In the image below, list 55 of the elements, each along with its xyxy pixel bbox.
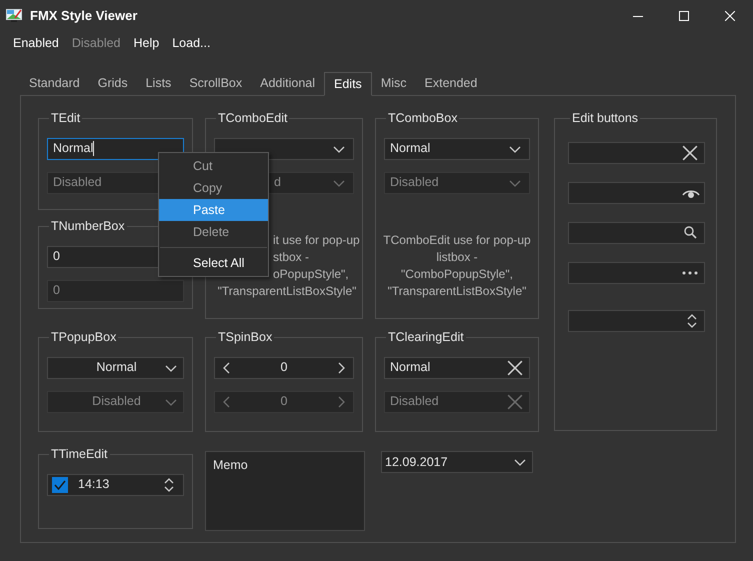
note-text: "TransparentListBoxStyle" bbox=[388, 282, 526, 300]
group-title: TNumberBox bbox=[50, 218, 126, 235]
tab[interactable]: ScrollBox bbox=[180, 71, 252, 95]
ellipsis-field[interactable] bbox=[568, 262, 705, 284]
text-cursor bbox=[93, 141, 94, 156]
search-icon[interactable] bbox=[684, 226, 697, 240]
checkbox[interactable] bbox=[52, 476, 68, 493]
note-text: listbox - bbox=[436, 248, 478, 266]
note-text: TComboEdit use for pop-up bbox=[383, 232, 531, 249]
combo-box[interactable]: Normal bbox=[384, 138, 530, 160]
search-field[interactable] bbox=[568, 222, 705, 244]
tab[interactable]: Misc bbox=[372, 71, 416, 95]
menu-item[interactable]: Help bbox=[134, 34, 160, 52]
memo-field[interactable]: Memo bbox=[205, 451, 365, 531]
close-icon[interactable] bbox=[507, 360, 523, 376]
group-title: TEdit bbox=[50, 110, 82, 127]
check-icon bbox=[54, 480, 66, 490]
date-field[interactable]: 12.09.2017 bbox=[381, 451, 533, 473]
group-title: TPopupBox bbox=[50, 329, 118, 346]
tab[interactable]: Standard bbox=[20, 71, 89, 95]
menu-item[interactable]: Load... bbox=[172, 34, 210, 52]
group-title: TTimeEdit bbox=[50, 446, 108, 463]
note-text: it use for pop-up bbox=[273, 232, 360, 247]
close-icon bbox=[725, 11, 735, 21]
close-icon[interactable] bbox=[682, 144, 698, 161]
group-title: TSpinBox bbox=[217, 329, 274, 346]
note-text: oPopupStyle", bbox=[273, 266, 349, 281]
window-title: FMX Style Viewer bbox=[30, 7, 138, 26]
menu-item[interactable]: Enabled bbox=[13, 34, 59, 52]
note-text: stbox - bbox=[273, 250, 310, 264]
spin-box[interactable]: 0 bbox=[214, 356, 354, 379]
group-title: TComboBox bbox=[387, 110, 458, 127]
tab[interactable]: Lists bbox=[136, 71, 180, 95]
text-field[interactable]: Normal bbox=[47, 138, 184, 160]
note-text: "ComboPopupStyle", bbox=[401, 266, 513, 283]
clearing-field[interactable]: Normal bbox=[384, 356, 530, 379]
group-title: TClearingEdit bbox=[387, 329, 465, 346]
app-icon bbox=[6, 9, 22, 23]
tab[interactable]: Grids bbox=[88, 71, 137, 95]
tab[interactable]: Additional bbox=[251, 71, 324, 95]
group-title: TComboEdit bbox=[217, 110, 288, 127]
maximize-icon bbox=[679, 11, 689, 21]
tab[interactable]: Edits bbox=[324, 72, 372, 96]
time-field[interactable]: 14:13 bbox=[47, 474, 184, 496]
tab[interactable]: Extended bbox=[416, 71, 486, 95]
menu-item[interactable]: Paste bbox=[159, 199, 268, 221]
up-down-icon[interactable] bbox=[163, 476, 175, 493]
popup-box[interactable]: Normal bbox=[47, 356, 184, 379]
spin-field[interactable] bbox=[568, 310, 705, 332]
up-down-icon[interactable] bbox=[686, 312, 698, 329]
clearing-field[interactable] bbox=[568, 142, 705, 164]
group-title: Edit buttons bbox=[571, 110, 640, 127]
note-text: "TransparentListBoxStyle" bbox=[218, 284, 356, 298]
ellipsis-icon[interactable] bbox=[682, 270, 698, 275]
password-field[interactable] bbox=[568, 182, 705, 204]
